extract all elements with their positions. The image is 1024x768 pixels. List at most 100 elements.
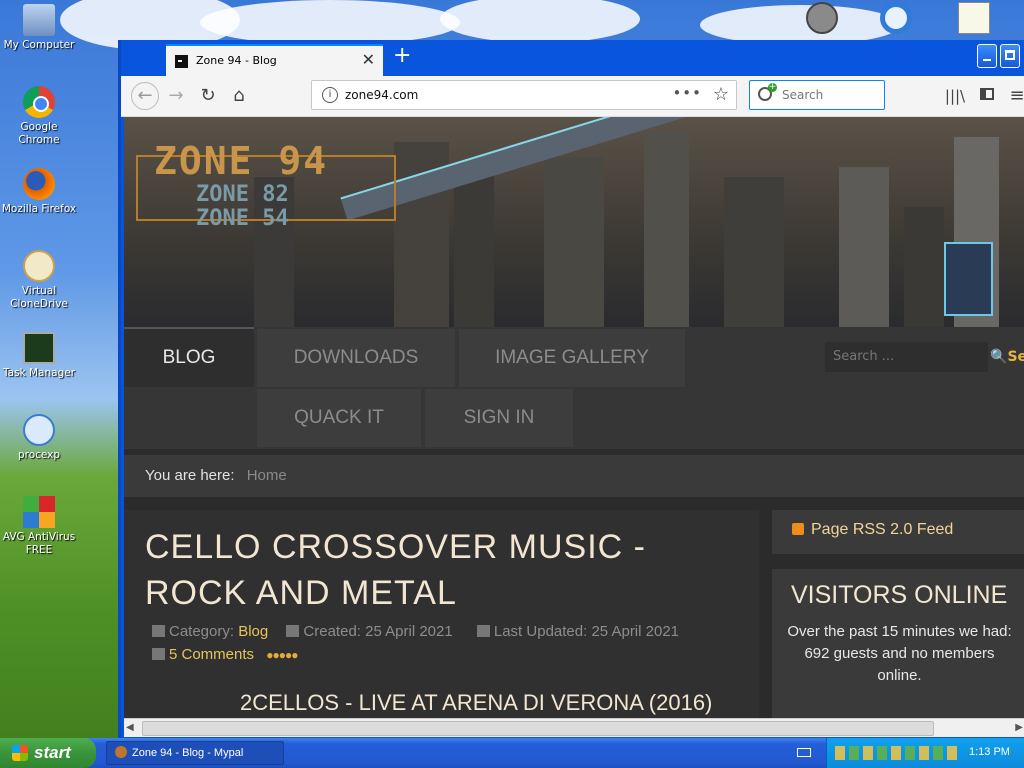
keyboard-icon[interactable]	[797, 748, 811, 757]
tray-icons[interactable]	[835, 746, 959, 760]
desktop-icon-my-computer[interactable]: My Computer	[0, 4, 78, 52]
tab-title: Zone 94 - Blog	[196, 54, 277, 67]
scroll-right-icon[interactable]: ▶	[1015, 722, 1023, 733]
sheep-icon	[23, 250, 55, 282]
minimize-button[interactable]	[977, 44, 997, 68]
computer-icon	[23, 4, 55, 36]
rss-feed-box[interactable]: Page RSS 2.0 Feed	[772, 510, 1024, 554]
desktop-icon-label: Mozilla Firefox	[1, 203, 77, 215]
address-bar[interactable]: i zone94.com ••• ☆	[311, 80, 737, 110]
sidebar-toggle-icon[interactable]	[975, 84, 999, 108]
desktop-icon-task-manager[interactable]: Task Manager	[0, 332, 78, 380]
windows-logo-icon	[12, 745, 28, 761]
site-search-input[interactable]: Search ...	[825, 342, 988, 372]
site-logo-main: ZONE 94	[154, 139, 329, 183]
logo-sub-line-2: ZONE 54	[196, 206, 289, 231]
category-link[interactable]: Blog	[238, 623, 268, 640]
clock[interactable]: 1:13 PM	[969, 746, 1010, 758]
taskbar-item-browser[interactable]: Zone 94 - Blog - Mypal	[106, 741, 284, 765]
visitors-text-2: 692 guests and no members online.	[804, 645, 995, 684]
close-tab-icon[interactable]: ✕	[362, 50, 375, 69]
site-menu: BLOG DOWNLOADS IMAGE GALLERY QUACK IT SI…	[124, 327, 1024, 449]
comments-icon	[152, 648, 165, 660]
horizontal-scrollbar[interactable]: ◀ ▶	[124, 718, 1024, 737]
visitors-text-1: Over the past 15 minutes we had:	[787, 623, 1012, 640]
url-text: zone94.com	[345, 88, 419, 102]
menu-item-blog[interactable]: BLOG	[124, 327, 254, 387]
process-explorer-icon	[23, 414, 55, 446]
browser-window: Zone 94 - Blog ✕ + ← → ↻ ⌂ i zone94.com …	[118, 40, 1024, 738]
site-info-icon[interactable]: i	[322, 87, 338, 103]
site-banner: ZONE 94 ZONE 82 ZONE 54	[124, 117, 1024, 327]
notepad-chart-icon[interactable]	[958, 2, 990, 34]
avg-icon	[23, 496, 55, 528]
home-button[interactable]: ⌂	[227, 84, 251, 108]
search-box[interactable]: + Search	[749, 80, 885, 110]
desktop-icon-label: Virtual CloneDrive	[10, 285, 68, 310]
start-label: start	[34, 743, 71, 762]
menu-item-sign-in[interactable]: SIGN IN	[425, 389, 573, 447]
nav-toolbar: ← → ↻ ⌂ i zone94.com ••• ☆ + Search |||\…	[121, 76, 1024, 117]
article-meta: Category: Blog Created: 25 April 2021 La…	[152, 623, 679, 663]
desktop-icon-label: My Computer	[3, 39, 75, 51]
desktop-icon-avg-antivirus[interactable]: AVG AntiVirus FREE	[0, 496, 78, 557]
visitors-online-box: VISITORS ONLINE Over the past 15 minutes…	[772, 569, 1024, 718]
bookmark-star-icon[interactable]: ☆	[713, 84, 729, 105]
scroll-left-icon[interactable]: ◀	[126, 722, 134, 733]
start-button[interactable]: start	[0, 738, 96, 768]
task-manager-icon	[23, 332, 55, 364]
maximize-button[interactable]	[1000, 44, 1020, 68]
desktop-icon-label: Task Manager	[2, 367, 76, 379]
calendar-icon	[286, 625, 300, 637]
web-page: ZONE 94 ZONE 82 ZONE 54 BLOG DOWNLOADS IM…	[124, 117, 1024, 718]
menu-icon[interactable]: ≡	[1007, 84, 1024, 108]
site-search-button-label: Se	[1007, 349, 1024, 365]
desktop-icon-virtual-clonedrive[interactable]: Virtual CloneDrive	[0, 250, 78, 311]
chrome-icon	[23, 86, 55, 118]
comments-link[interactable]: 5 Comments	[169, 646, 254, 663]
add-search-engine-icon: +	[768, 82, 777, 92]
menu-item-quack-it[interactable]: QUACK IT	[257, 389, 421, 447]
scrollbar-thumb[interactable]	[142, 721, 934, 736]
visitors-title: VISITORS ONLINE	[791, 581, 1008, 609]
created-date: Created: 25 April 2021	[303, 623, 453, 640]
desktop-icon-mozilla-firefox[interactable]: Mozilla Firefox	[0, 168, 78, 216]
site-search-button[interactable]: 🔍Se	[990, 342, 1024, 372]
library-icon[interactable]: |||\	[943, 84, 967, 108]
desktop-icon-procexp[interactable]: procexp	[0, 414, 78, 462]
rss-feed-link[interactable]: Page RSS 2.0 Feed	[811, 521, 953, 538]
reload-button[interactable]: ↻	[196, 84, 220, 108]
browser-shortcut-icon[interactable]	[880, 2, 912, 34]
site-logo-sub: ZONE 82 ZONE 54	[196, 183, 289, 231]
search-placeholder: Search	[782, 88, 824, 102]
desktop-icon-google-chrome[interactable]: Google Chrome	[0, 86, 78, 147]
logo-sub-line-1: ZONE 82	[196, 182, 289, 207]
raccoon-icon[interactable]	[806, 2, 838, 34]
article-title[interactable]: CELLO CROSSOVER MUSIC - ROCK AND METAL	[145, 524, 705, 616]
menu-item-downloads[interactable]: DOWNLOADS	[257, 329, 455, 387]
tab-bar: Zone 94 - Blog ✕ +	[121, 40, 1024, 76]
article: CELLO CROSSOVER MUSIC - ROCK AND METAL C…	[124, 510, 759, 718]
desktop-icon-label: Google Chrome	[18, 121, 60, 146]
mypal-icon	[115, 746, 127, 758]
visitors-text: Over the past 15 minutes we had: 692 gue…	[787, 621, 1012, 687]
firefox-icon	[23, 168, 55, 200]
folder-icon	[152, 625, 165, 637]
category-label: Category:	[169, 623, 235, 640]
new-tab-button[interactable]: +	[393, 44, 411, 68]
updated-date: Last Updated: 25 April 2021	[493, 623, 680, 640]
menu-item-image-gallery[interactable]: IMAGE GALLERY	[459, 329, 685, 387]
breadcrumb: You are here: Home	[124, 455, 1024, 497]
tab-active[interactable]: Zone 94 - Blog ✕	[166, 44, 383, 76]
taskbar-item-label: Zone 94 - Blog - Mypal	[132, 747, 244, 759]
back-button[interactable]: ←	[131, 82, 159, 110]
rating-stars[interactable]: ●●●●●	[266, 648, 298, 662]
desktop-icon-label: AVG AntiVirus FREE	[2, 531, 76, 556]
calendar-icon	[476, 625, 490, 637]
page-actions-icon[interactable]: •••	[672, 84, 702, 102]
article-subtitle: 2CELLOS - LIVE AT ARENA DI VERONA (2016)	[240, 690, 713, 715]
search-icon: 🔍	[990, 349, 1008, 365]
breadcrumb-home[interactable]: Home	[247, 467, 287, 484]
forward-button[interactable]: →	[164, 84, 188, 108]
breadcrumb-label: You are here:	[145, 467, 235, 484]
